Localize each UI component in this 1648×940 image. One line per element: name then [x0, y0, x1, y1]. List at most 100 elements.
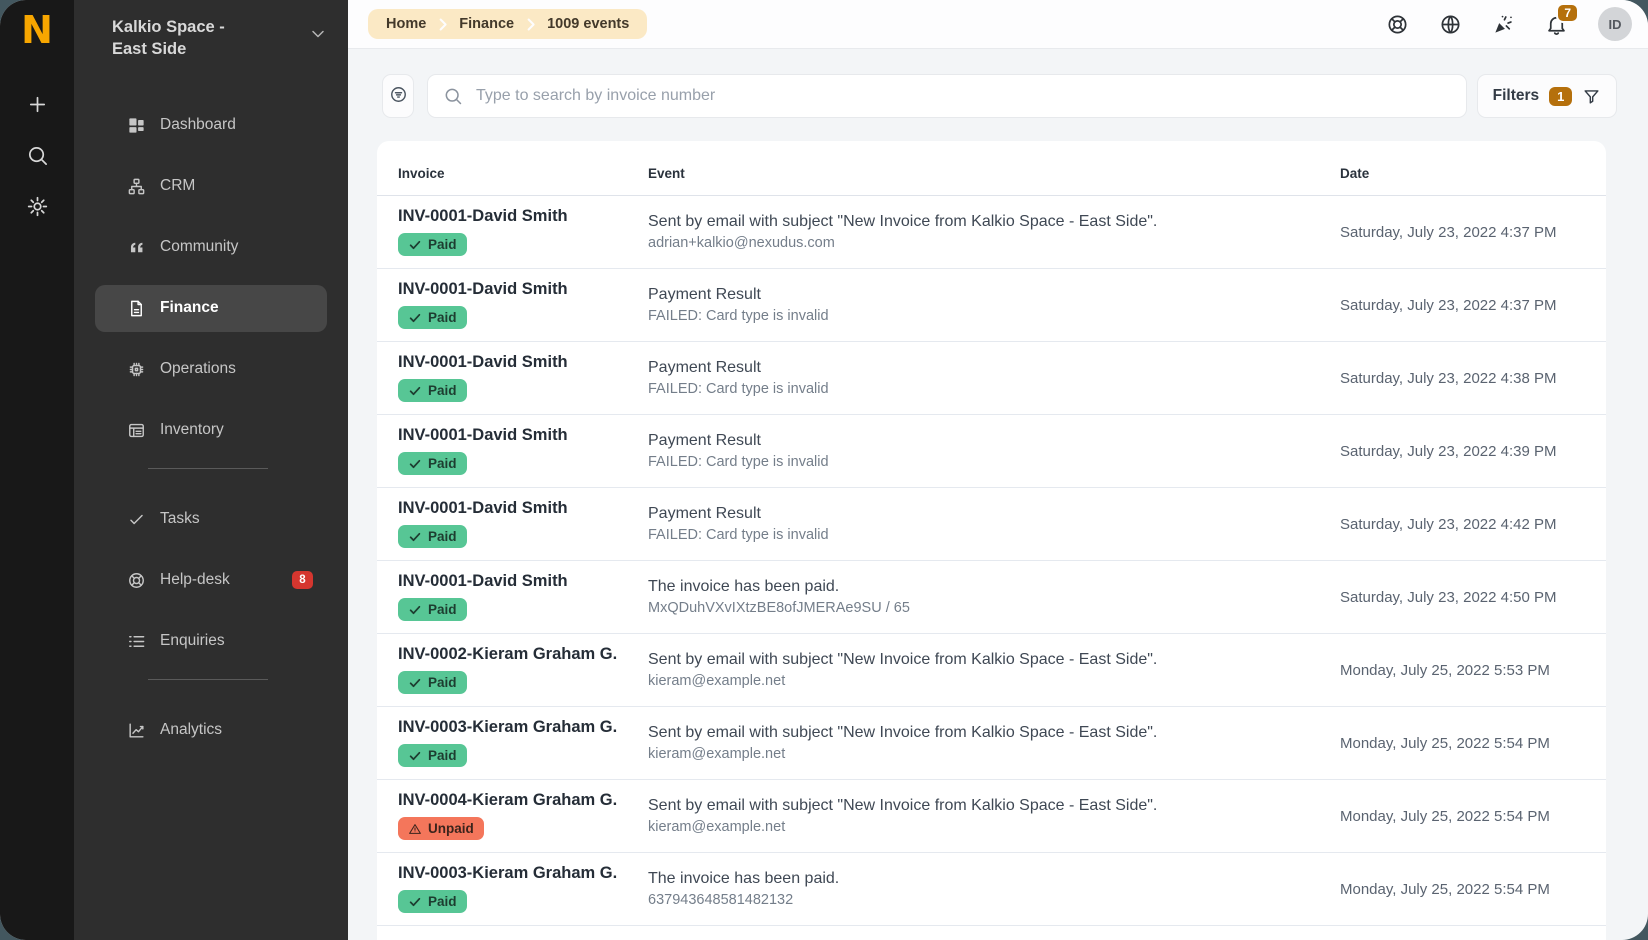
event-detail: 637943648581482132 [648, 892, 1340, 908]
sidebar-item-enquiries[interactable]: Enquiries [95, 618, 327, 665]
sidebar-item-label: CRM [160, 177, 195, 195]
dashboard-icon [127, 116, 146, 135]
invoice-number: INV-0001-David Smith [398, 572, 648, 591]
sidebar-item-inventory[interactable]: Inventory [95, 407, 327, 454]
table-row[interactable]: INV-0001-David SmithPaidPayment ResultFA… [377, 488, 1606, 561]
event-detail: kieram@example.net [648, 673, 1340, 689]
bell-icon[interactable]: 7 [1545, 13, 1568, 36]
check-icon [408, 676, 422, 690]
invoice-cell: INV-0003-Kieram Graham G. Paid [398, 864, 648, 914]
invoice-cell: INV-0003-Kieram Graham G.Paid [398, 718, 648, 768]
sidebar-item-help-desk[interactable]: Help-desk8 [95, 557, 327, 604]
invoice-cell: INV-0001-David Smith Paid [398, 353, 648, 403]
table-row[interactable]: INV-0001-David Smith Paid The invoice has … [377, 561, 1606, 634]
plus-icon[interactable] [26, 93, 49, 116]
event-title: Sent by email with subject "New Invoice … [648, 797, 1340, 815]
invoice-number: INV-0002-Kieram Graham G. [398, 645, 648, 664]
sidebar-item-label: Enquiries [160, 632, 225, 650]
breadcrumb-item[interactable]: 1009 events [535, 16, 641, 32]
sidebar-item-analytics[interactable]: Analytics [95, 707, 327, 754]
sidebar-menu: Dashboard CRM Community Finance Operations In… [74, 102, 348, 754]
event-detail: MxQDuhVXvIXtzBE8ofJMERAe9SU / 65 [648, 600, 1340, 616]
sidebar-item-dashboard[interactable]: Dashboard [95, 102, 327, 149]
workspace-switcher[interactable]: Kalkio Space - East Side [74, 0, 348, 61]
status-label: Paid [428, 529, 457, 544]
lifebuoy-icon[interactable] [1386, 13, 1409, 36]
sidebar-item-crm[interactable]: CRM [95, 163, 327, 210]
status-label: Paid [428, 383, 457, 398]
event-title: The invoice has been paid. [648, 578, 1340, 596]
helpdesk-icon [127, 571, 146, 590]
search-icon[interactable] [26, 144, 49, 167]
invoice-number: INV-0001-David Smith [398, 426, 648, 445]
table-row[interactable]: INV-0001-David SmithPaidSent by email wi… [377, 196, 1606, 269]
gear-icon[interactable] [26, 195, 49, 218]
invoice-number: INV-0001-David Smith [398, 353, 648, 372]
check-icon [408, 238, 422, 252]
party-icon[interactable] [1492, 13, 1515, 36]
status-label: Paid [428, 237, 457, 252]
workspace-name: Kalkio Space - East Side [112, 16, 262, 61]
invoice-cell: INV-0001-David SmithPaid [398, 499, 648, 549]
table-row[interactable]: INV-0002-Kieram Graham G.PaidSent by ema… [377, 634, 1606, 707]
event-cell: Sent by email with subject "New Invoice … [648, 213, 1340, 251]
table-header-row: Invoice Event Date [377, 141, 1606, 196]
invoice-number: INV-0003-Kieram Graham G. [398, 718, 648, 737]
sidebar-item-tasks[interactable]: Tasks [95, 496, 327, 543]
table-row[interactable]: INV-0001-David SmithPaidPayment ResultFA… [377, 415, 1606, 488]
column-header-date: Date [1340, 156, 1585, 181]
events-table: Invoice Event Date INV-0001-David SmithP… [377, 141, 1606, 940]
status-badge: Paid [398, 452, 467, 475]
filters-button[interactable]: Filters 1 [1477, 74, 1617, 118]
status-badge: Paid [398, 598, 467, 621]
event-detail: kieram@example.net [648, 819, 1340, 835]
globe-icon[interactable] [1439, 13, 1462, 36]
status-label: Paid [428, 894, 457, 909]
date-cell: Saturday, July 23, 2022 4:42 PM [1340, 516, 1585, 533]
nexudus-logo[interactable]: N [21, 11, 53, 49]
check-icon [408, 749, 422, 763]
event-title: Sent by email with subject "New Invoice … [648, 213, 1340, 231]
toolbar: Filters 1 [382, 74, 1617, 118]
search-options-button[interactable] [382, 74, 414, 118]
table-row[interactable]: INV-0001-David SmithPaidPayment ResultFA… [377, 269, 1606, 342]
invoice-cell: INV-0001-David SmithPaid [398, 280, 648, 330]
sidebar-item-label: Community [160, 238, 238, 256]
topbar-actions: 7 ID [1386, 7, 1632, 41]
date-cell: Monday, July 25, 2022 5:54 PM [1340, 735, 1585, 752]
search-input[interactable] [474, 86, 1451, 106]
invoice-cell: INV-0001-David Smith Paid [398, 572, 648, 622]
event-detail: kieram@example.net [648, 746, 1340, 762]
date-cell: Monday, July 25, 2022 5:53 PM [1340, 662, 1585, 679]
status-badge: Paid [398, 890, 467, 913]
event-cell: Payment ResultFAILED: Card type is inval… [648, 505, 1340, 543]
sidebar-item-label: Finance [160, 299, 219, 317]
sidebar-item-finance[interactable]: Finance [95, 285, 327, 332]
table-row[interactable]: INV-0001-David SmithPaidPayment ResultFA… [377, 342, 1606, 415]
event-title: Payment Result [648, 505, 1340, 523]
event-title: Sent by email with subject "New Invoice … [648, 724, 1340, 742]
invoice-cell: INV-0002-Kieram Graham G. Paid [398, 645, 648, 695]
sidebar-item-label: Inventory [160, 421, 224, 439]
sidebar-item-community[interactable]: Community [95, 224, 327, 271]
event-detail: adrian+kalkio@nexudus.com [648, 235, 1340, 251]
table-row[interactable]: INV-0004-Kieram Graham G.UnpaidSent by e… [377, 780, 1606, 853]
table-row[interactable]: INV-0003-Kieram Graham G. Paid The invoice… [377, 853, 1606, 926]
breadcrumb: Home Finance 1009 events [368, 9, 647, 39]
breadcrumb-item[interactable]: Finance [447, 16, 526, 32]
notification-count-badge: 7 [1556, 3, 1579, 23]
breadcrumb-item[interactable]: Home [374, 16, 438, 32]
funnel-icon [1582, 87, 1601, 106]
app-window: N Kalkio Space - East Side Dashboard CRM C… [0, 0, 1648, 940]
avatar[interactable]: ID [1598, 7, 1632, 41]
filters-label: Filters [1493, 87, 1540, 105]
enquiries-icon [127, 632, 146, 651]
table-row[interactable]: INV-0003-Kieram Graham G.PaidSent by ema… [377, 707, 1606, 780]
sidebar-item-operations[interactable]: Operations [95, 346, 327, 393]
event-detail: FAILED: Card type is invalid [648, 381, 1340, 397]
event-title: The invoice has been paid. [648, 870, 1340, 888]
status-badge: Unpaid [398, 817, 484, 840]
sidebar-divider [148, 468, 268, 469]
invoice-number: INV-0003-Kieram Graham G. [398, 864, 648, 883]
status-badge: Paid [398, 671, 467, 694]
